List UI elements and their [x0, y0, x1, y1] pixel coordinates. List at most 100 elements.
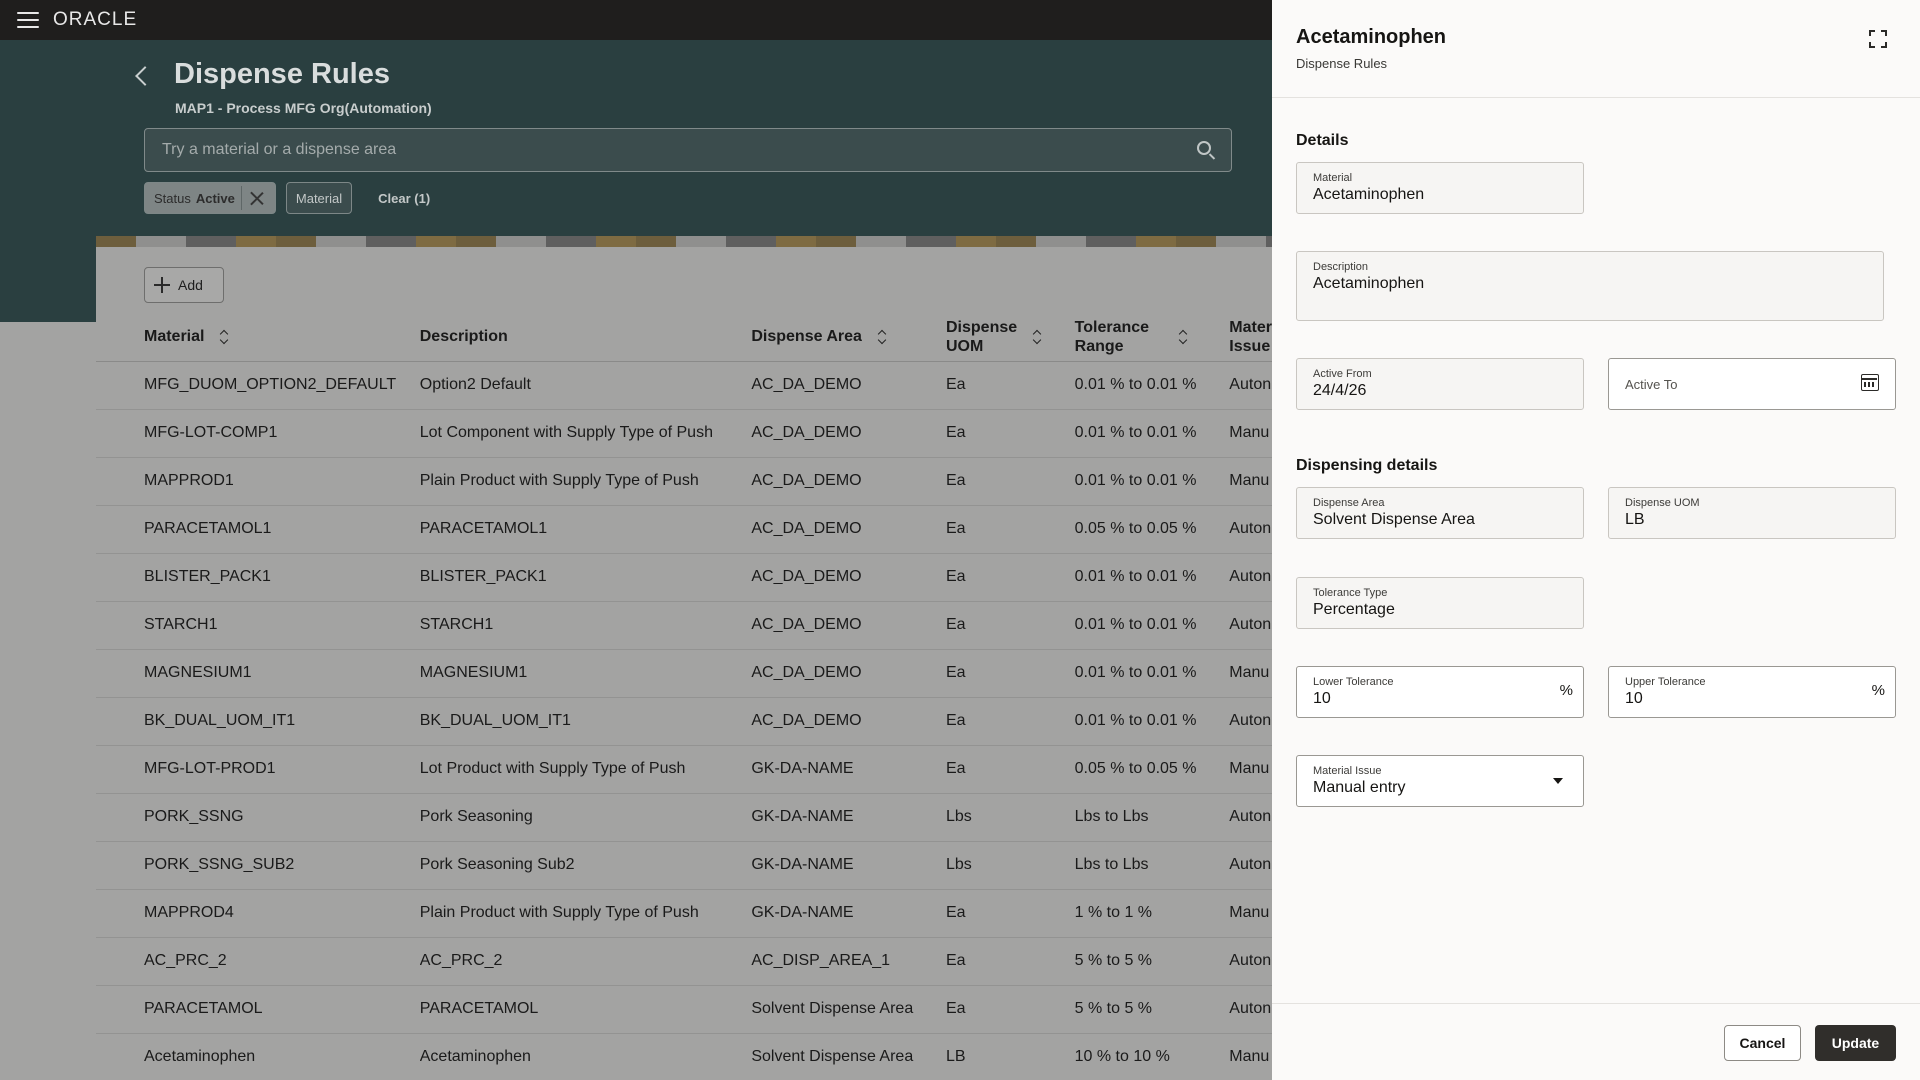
material-filter-chip[interactable]: Material	[285, 182, 353, 214]
header-line-2: Range	[1074, 337, 1124, 355]
table-row[interactable]: MAPPROD4 Plain Product with Supply Type o…	[96, 889, 1272, 938]
material-issue-select[interactable]: Material Issue Manual entry	[1296, 755, 1584, 807]
dispense-area-field: Dispense Area Solvent Dispense Area	[1296, 487, 1584, 539]
cell-tolerance-range: 10 % to 10 %	[1074, 1033, 1230, 1080]
cell-material: BLISTER_PACK1	[96, 553, 420, 602]
table-row[interactable]: MFG-LOT-COMP1 Lot Component with Supply T…	[96, 409, 1272, 458]
cell-material-issue: Auton	[1229, 505, 1272, 554]
search-input[interactable]	[145, 129, 1185, 171]
back-chevron-icon[interactable]	[135, 65, 155, 86]
page-title: Dispense Rules	[174, 58, 390, 90]
drawer-title: Acetaminophen	[1296, 26, 1447, 48]
oracle-logo[interactable]: ORACLE	[53, 9, 137, 31]
cell-dispense-area: AC_DA_DEMO	[751, 409, 946, 458]
upper-tolerance-unit: %	[1871, 682, 1885, 699]
status-filter-label: Status	[154, 190, 191, 206]
upper-tolerance-value[interactable]: 10	[1625, 690, 1643, 708]
column-header-tolerance-label: Tolerance Range	[1075, 318, 1149, 356]
column-header-material[interactable]: Material	[96, 313, 420, 362]
cell-dispense-area: GK-DA-NAME	[751, 745, 946, 794]
table-row[interactable]: BLISTER_PACK1 BLISTER_PACK1 AC_DA_DEMO Ea 0.…	[96, 553, 1272, 602]
cell-material: MFG-LOT-PROD1	[96, 745, 420, 794]
cell-tolerance-range: 0.01 % to 0.01 %	[1074, 697, 1230, 746]
active-to-date-input[interactable]: Active To	[1608, 358, 1896, 410]
table-row[interactable]: MAGNESIUM1 MAGNESIUM1 AC_DA_DEMO Ea 0.01 % t…	[96, 649, 1272, 698]
table-row[interactable]: PORK_SSNG_SUB2 Pork Seasoning Sub2 GK-DA-N…	[96, 841, 1272, 890]
cell-dispense-area: AC_DA_DEMO	[751, 505, 946, 554]
calendar-icon[interactable]	[1861, 374, 1879, 391]
cell-dispense-area: AC_DA_DEMO	[751, 649, 946, 698]
column-header-tolerance-range[interactable]: Tolerance Range	[1074, 313, 1230, 362]
table-row[interactable]: PARACETAMOL PARACETAMOL Solvent Dispense A…	[96, 985, 1272, 1034]
cell-tolerance-range: 0.01 % to 0.01 %	[1074, 457, 1230, 506]
status-filter-chip[interactable]: Status Active	[144, 182, 276, 214]
cell-dispense-uom: Ea	[946, 649, 1075, 698]
cell-material-issue: Auton	[1229, 361, 1272, 410]
lower-tolerance-input[interactable]: Lower Tolerance 10 %	[1296, 666, 1584, 718]
cell-tolerance-range: 0.01 % to 0.01 %	[1074, 409, 1230, 458]
dropdown-caret-icon[interactable]	[1553, 778, 1563, 784]
cell-material-issue: Auton	[1229, 553, 1272, 602]
cell-material: BK_DUAL_UOM_IT1	[96, 697, 420, 746]
details-section-title: Details	[1296, 132, 1349, 149]
cell-dispense-area: GK-DA-NAME	[751, 793, 946, 842]
cell-description: Plain Product with Supply Type of Push	[419, 889, 752, 938]
table-row[interactable]: MFG-LOT-PROD1 Lot Product with Supply Typ…	[96, 745, 1272, 794]
cell-dispense-area: AC_DA_DEMO	[751, 601, 946, 650]
table-row[interactable]: BK_DUAL_UOM_IT1 BK_DUAL_UOM_IT1 AC_DA_DEMO…	[96, 697, 1272, 746]
column-header-dispense-area[interactable]: Dispense Area	[751, 313, 946, 362]
cell-dispense-area: AC_DA_DEMO	[751, 697, 946, 746]
cell-dispense-uom: Lbs	[946, 841, 1075, 890]
description-field-label: Description	[1313, 261, 1369, 273]
cell-material-issue: Auton	[1229, 985, 1272, 1034]
cell-tolerance-range: 0.01 % to 0.01 %	[1074, 649, 1230, 698]
table-row[interactable]: MFG_DUOM_OPTION2_DEFAULT Option2 Default A…	[96, 361, 1272, 410]
table-row[interactable]: AC_PRC_2 AC_PRC_2 AC_DISP_AREA_1 Ea 5 % to 5…	[96, 937, 1272, 986]
sort-icon[interactable]	[1033, 330, 1041, 344]
sort-icon[interactable]	[1179, 330, 1187, 344]
cell-material-issue: Auton	[1229, 601, 1272, 650]
dispense-uom-label: Dispense UOM	[1625, 497, 1700, 509]
lower-tolerance-value[interactable]: 10	[1313, 690, 1331, 708]
tolerance-type-field: Tolerance Type Percentage	[1296, 577, 1584, 629]
sort-icon[interactable]	[220, 330, 228, 344]
add-button[interactable]: Add	[144, 267, 224, 303]
upper-tolerance-input[interactable]: Upper Tolerance 10 %	[1608, 666, 1896, 718]
hamburger-menu-icon[interactable]	[17, 12, 39, 28]
table-row[interactable]: PORK_SSNG Pork Seasoning GK-DA-NAME Lbs Lbs …	[96, 793, 1272, 842]
search-icon[interactable]	[1197, 141, 1211, 155]
table-body: MFG_DUOM_OPTION2_DEFAULT Option2 Default A…	[96, 361, 1272, 1080]
table-row[interactable]: STARCH1 STARCH1 AC_DA_DEMO Ea 0.01 % to 0.01…	[96, 601, 1272, 650]
cell-dispense-uom: Ea	[946, 697, 1075, 746]
cell-dispense-area: AC_DA_DEMO	[751, 361, 946, 410]
cell-material-issue: Auton	[1229, 937, 1272, 986]
cell-material: MFG_DUOM_OPTION2_DEFAULT	[96, 361, 420, 410]
cell-tolerance-range: 0.01 % to 0.01 %	[1074, 361, 1230, 410]
table-row[interactable]: PARACETAMOL1 PARACETAMOL1 AC_DA_DEMO Ea 0.05…	[96, 505, 1272, 554]
search-bar[interactable]	[144, 128, 1232, 172]
dispensing-details-section-title: Dispensing details	[1296, 457, 1438, 474]
expand-fullscreen-icon[interactable]	[1869, 30, 1887, 48]
cell-tolerance-range: 0.01 % to 0.01 %	[1074, 553, 1230, 602]
cell-description: Option2 Default	[419, 361, 752, 410]
clear-filters-link[interactable]: Clear (1)	[378, 191, 430, 206]
column-header-dispense-uom[interactable]: Dispense UOM	[946, 313, 1075, 362]
cell-dispense-area: AC_DISP_AREA_1	[751, 937, 946, 986]
cell-material-issue: Manu	[1229, 1033, 1272, 1080]
cell-material-issue: Manu	[1229, 889, 1272, 938]
cell-dispense-uom: Ea	[946, 745, 1075, 794]
cell-tolerance-range: 5 % to 5 %	[1074, 985, 1230, 1034]
cell-material: PORK_SSNG	[96, 793, 420, 842]
table-row[interactable]: MAPPROD1 Plain Product with Supply Type o…	[96, 457, 1272, 506]
update-button[interactable]: Update	[1815, 1025, 1896, 1061]
cell-material: PORK_SSNG_SUB2	[96, 841, 420, 890]
sort-icon[interactable]	[878, 330, 886, 344]
cancel-button[interactable]: Cancel	[1724, 1025, 1801, 1061]
remove-filter-close-icon[interactable]	[240, 186, 271, 210]
active-to-label: Active To	[1625, 377, 1678, 392]
tolerance-type-label: Tolerance Type	[1313, 587, 1388, 599]
cell-material-issue: Manu	[1229, 745, 1272, 794]
cell-material-issue: Manu	[1229, 409, 1272, 458]
table-row[interactable]: Acetaminophen Acetaminophen Solvent Dispen…	[96, 1033, 1272, 1080]
page-subtitle: MAP1 - Process MFG Org(Automation)	[175, 100, 432, 116]
